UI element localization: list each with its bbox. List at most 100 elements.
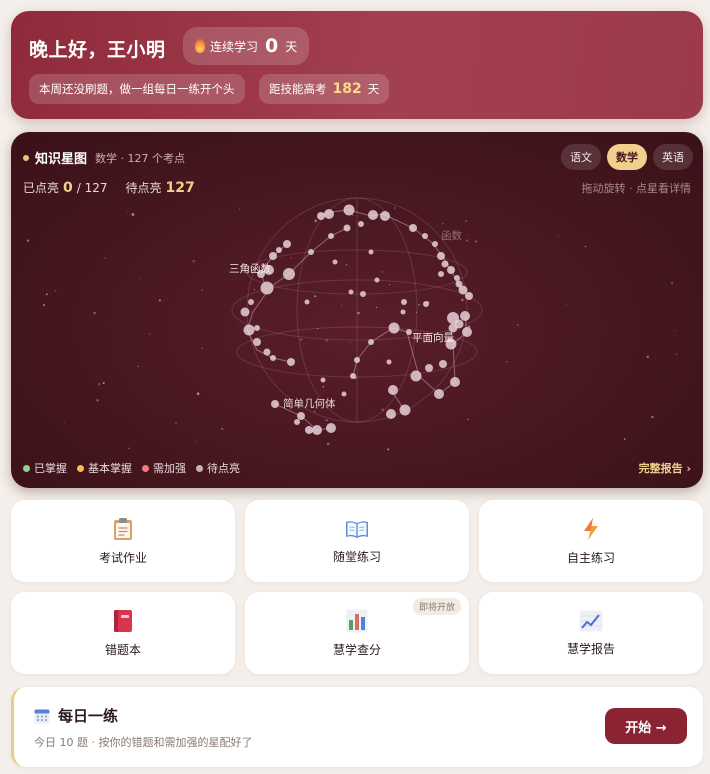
knowledge-point-star[interactable] xyxy=(358,221,364,227)
knowledge-point-star[interactable] xyxy=(287,358,295,366)
knowledge-point-star[interactable] xyxy=(350,373,356,379)
knowledge-point-star[interactable] xyxy=(253,338,261,346)
knowledge-point-star[interactable] xyxy=(343,204,355,216)
knowledge-point-star[interactable] xyxy=(441,260,449,268)
knowledge-point-star[interactable] xyxy=(254,325,260,331)
knowledge-point-star[interactable] xyxy=(399,404,411,416)
knowledge-point-star[interactable] xyxy=(248,299,254,305)
knowledge-point-star[interactable] xyxy=(462,327,472,337)
background-star xyxy=(26,239,30,242)
knowledge-point-star[interactable] xyxy=(439,360,447,368)
knowledge-point-star[interactable] xyxy=(326,423,336,433)
knowledge-point-star[interactable] xyxy=(360,291,366,297)
legend-label: 待点亮 xyxy=(207,462,240,475)
mastery-legend: 已掌握 基本掌握 需加强 待点亮 xyxy=(23,460,240,476)
pending-label: 待点亮 xyxy=(125,181,162,195)
knowledge-point-star[interactable] xyxy=(400,309,406,315)
cluster-label-vectors[interactable]: 平面向量 xyxy=(412,331,454,344)
knowledge-point-star[interactable] xyxy=(305,426,313,434)
cluster-label-trig[interactable]: 三角函数 xyxy=(229,262,271,275)
knowledge-point-star[interactable] xyxy=(283,268,295,280)
knowledge-point-star[interactable] xyxy=(454,275,460,281)
knowledge-point-star[interactable] xyxy=(260,281,274,295)
knowledge-point-star[interactable] xyxy=(270,355,276,361)
cluster-label-functions[interactable]: 函数 xyxy=(441,229,462,242)
legend-label: 需加强 xyxy=(153,462,186,475)
knowledge-point-star[interactable] xyxy=(283,240,291,248)
knowledge-point-star[interactable] xyxy=(368,249,374,255)
knowledge-point-star[interactable] xyxy=(297,412,305,420)
knowledge-point-star[interactable] xyxy=(386,359,392,365)
knowledge-point-star[interactable] xyxy=(243,324,255,336)
knowledge-point-star[interactable] xyxy=(380,211,390,221)
background-star xyxy=(565,304,567,306)
daily-practice-card[interactable]: 每日一练 今日 10 题 · 按你的错题和需加强的星配好了 开始 → xyxy=(11,687,703,767)
knowledge-point-star[interactable] xyxy=(263,348,271,356)
knowledge-point-star[interactable] xyxy=(276,247,282,253)
knowledge-point-star[interactable] xyxy=(304,299,310,305)
background-star xyxy=(128,447,130,450)
cluster-label-geometry[interactable]: 简单几何体 xyxy=(283,397,336,410)
daily-title-row: 每日一练 xyxy=(34,705,118,726)
daily-description: 今日 10 题 · 按你的错题和需加强的星配好了 xyxy=(34,736,253,749)
tile-exam-homework[interactable]: 考试作业 xyxy=(11,500,235,582)
full-report-link[interactable]: 完整报告 › xyxy=(639,460,691,476)
legend-needs-work: 需加强 xyxy=(142,460,186,476)
knowledge-point-star[interactable] xyxy=(324,209,334,219)
knowledge-point-star[interactable] xyxy=(240,307,250,317)
knowledge-point-star[interactable] xyxy=(460,311,470,321)
tile-learning-report[interactable]: 慧学报告 xyxy=(479,592,703,674)
knowledge-point-star[interactable] xyxy=(423,301,429,307)
knowledge-point-star[interactable] xyxy=(374,277,380,283)
knowledge-point-star[interactable] xyxy=(271,400,279,408)
background-star xyxy=(45,293,48,296)
knowledge-point-star[interactable] xyxy=(458,285,468,295)
knowledge-star-map[interactable]: 函数 三角函数 平面向量 简单几何体 知识星图 数学 · 127 个考点 语文 … xyxy=(11,132,703,488)
knowledge-point-star[interactable] xyxy=(269,252,277,260)
knowledge-point-star[interactable] xyxy=(388,385,398,395)
knowledge-point-star[interactable] xyxy=(465,292,473,300)
knowledge-point-star[interactable] xyxy=(343,224,351,232)
background-star xyxy=(137,365,140,368)
legend-label: 基本掌握 xyxy=(88,462,132,475)
knowledge-point-star[interactable] xyxy=(425,364,433,372)
red-notebook-icon xyxy=(114,609,132,632)
knowledge-point-star[interactable] xyxy=(317,212,325,220)
knowledge-point-star[interactable] xyxy=(434,389,444,399)
knowledge-point-star[interactable] xyxy=(368,210,378,220)
knowledge-point-star[interactable] xyxy=(332,259,338,265)
knowledge-point-star[interactable] xyxy=(294,419,300,425)
tile-score-lookup[interactable]: 即将开放 慧学查分 xyxy=(245,592,469,674)
knowledge-point-star[interactable] xyxy=(388,322,400,334)
knowledge-point-star[interactable] xyxy=(437,252,445,260)
tile-class-practice[interactable]: 随堂练习 xyxy=(245,500,469,582)
star-map-header: 知识星图 数学 · 127 个考点 xyxy=(23,148,185,167)
knowledge-point-star[interactable] xyxy=(368,339,374,345)
knowledge-point-star[interactable] xyxy=(410,370,422,382)
knowledge-point-star[interactable] xyxy=(432,241,438,247)
tile-self-practice[interactable]: 自主练习 xyxy=(479,500,703,582)
knowledge-point-star[interactable] xyxy=(450,377,460,387)
start-button[interactable]: 开始 → xyxy=(605,708,687,744)
subject-tab-math[interactable]: 数学 xyxy=(607,144,647,170)
knowledge-point-star[interactable] xyxy=(386,409,396,419)
knowledge-point-star[interactable] xyxy=(308,249,314,255)
subject-tab-chinese[interactable]: 语文 xyxy=(561,144,601,170)
knowledge-point-star[interactable] xyxy=(354,357,360,363)
weekly-prompt[interactable]: 本周还没刷题，做一组每日一练开个头 xyxy=(29,74,245,104)
knowledge-point-star[interactable] xyxy=(409,224,417,232)
knowledge-point-star[interactable] xyxy=(328,233,334,239)
knowledge-point-star[interactable] xyxy=(320,377,326,383)
knowledge-point-star[interactable] xyxy=(438,271,444,277)
knowledge-point-star[interactable] xyxy=(447,266,455,274)
knowledge-point-star[interactable] xyxy=(447,312,459,324)
knowledge-point-star[interactable] xyxy=(341,391,347,397)
subject-tab-english[interactable]: 英语 xyxy=(653,144,693,170)
knowledge-point-star[interactable] xyxy=(348,289,354,295)
background-star xyxy=(201,289,203,291)
knowledge-point-star[interactable] xyxy=(422,233,428,239)
knowledge-point-star[interactable] xyxy=(401,299,407,305)
tile-mistake-book[interactable]: 错题本 xyxy=(11,592,235,674)
knowledge-point-star[interactable] xyxy=(312,425,322,435)
background-star xyxy=(158,299,162,302)
